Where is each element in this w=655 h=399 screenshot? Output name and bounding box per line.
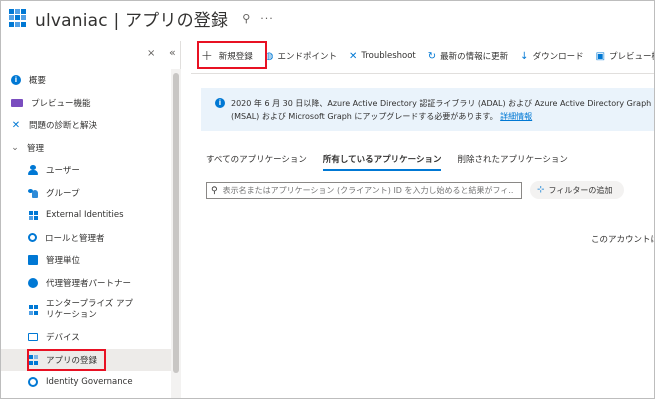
refresh-label: 最新の情報に更新	[440, 52, 509, 62]
sidebar-item-admin-units[interactable]: 管理単位	[1, 249, 171, 272]
sidebar-item-label: 概要	[29, 76, 47, 87]
highlight-box-app-registrations	[27, 349, 106, 371]
wrench-icon: ✕	[11, 119, 21, 131]
sidebar-item-delegated-partners[interactable]: 代理管理者パートナー	[1, 272, 171, 295]
enterprise-apps-icon	[28, 305, 38, 315]
wrench-icon: ✕	[349, 50, 358, 62]
pin-icon[interactable]: ⚲	[242, 12, 250, 25]
sidebar-item-users[interactable]: ユーザー	[1, 159, 171, 182]
tab-all-applications[interactable]: すべてのアプリケーション	[206, 151, 307, 173]
search-icon: ⚲	[211, 185, 218, 196]
preview-features-button[interactable]: ▣ プレビュー機能	[595, 50, 654, 63]
sidebar-section-label: 管理	[27, 143, 45, 154]
page-title: ulvaniac | アプリの登録	[35, 10, 229, 31]
sidebar-item-devices[interactable]: デバイス	[1, 326, 171, 349]
sidebar-scrollbar[interactable]	[171, 69, 181, 398]
sidebar-item-label: エンタープライズ アプリケーション	[46, 299, 133, 320]
sidebar-item-label: ロールと管理者	[45, 233, 105, 244]
info-icon: i	[11, 75, 21, 86]
azure-ad-logo-icon	[9, 9, 27, 27]
add-filter-button[interactable]: ⊹ フィルターの追加	[530, 181, 624, 199]
tab-bar: すべてのアプリケーション 所有しているアプリケーション 削除されたアプリケーショ…	[206, 151, 584, 173]
banner-line-1: 2020 年 6 月 30 日以降、Azure Active Directory…	[231, 99, 655, 108]
title-bar: ulvaniac | アプリの登録 ⚲ ···	[9, 3, 274, 33]
add-filter-label: フィルターの追加	[548, 185, 613, 195]
sidebar-item-overview[interactable]: i 概要	[1, 69, 171, 92]
preview-icon: ▣	[595, 50, 606, 62]
scrollbar-thumb[interactable]	[173, 73, 179, 373]
refresh-icon: ↻	[427, 50, 437, 62]
sidebar-item-groups[interactable]: グループ	[1, 182, 171, 205]
sidebar-item-label: デバイス	[46, 333, 80, 344]
sidebar-item-enterprise-apps[interactable]: エンタープライズ アプリケーション	[1, 294, 171, 326]
identity-governance-icon	[28, 377, 38, 388]
download-button[interactable]: ↓ ダウンロード	[520, 50, 584, 63]
learn-more-link[interactable]: 詳細情報	[500, 112, 532, 121]
sidebar-item-label: External Identities	[46, 210, 124, 221]
highlight-box-new-registration	[197, 41, 267, 69]
banner-line-2: (MSAL) および Microsoft Graph にアップグレードする必要が…	[231, 112, 498, 121]
download-label: ダウンロード	[532, 52, 584, 62]
sidebar-item-label: 代理管理者パートナー	[46, 278, 132, 289]
sidebar-section-manage[interactable]: ⌄ 管理	[1, 137, 171, 160]
banner-text: 2020 年 6 月 30 日以降、Azure Active Directory…	[231, 97, 655, 123]
toolbar-divider	[191, 73, 654, 74]
search-box[interactable]: ⚲	[206, 182, 522, 199]
download-icon: ↓	[520, 50, 529, 62]
sidebar-item-label: 問題の診断と解決	[29, 121, 98, 132]
user-icon	[28, 165, 38, 176]
more-options-icon[interactable]: ···	[260, 12, 274, 25]
endpoints-label: エンドポイント	[277, 52, 337, 62]
close-icon[interactable]: ×	[147, 48, 155, 59]
device-icon	[28, 333, 38, 342]
search-input[interactable]	[222, 186, 513, 195]
sidebar-item-external-identities[interactable]: External Identities	[1, 204, 171, 227]
sidebar-item-label: グループ	[46, 188, 80, 199]
group-icon	[28, 188, 38, 198]
external-identities-icon	[28, 210, 38, 220]
sidebar-item-identity-governance[interactable]: Identity Governance	[1, 371, 171, 394]
empty-state-message: このアカウントは...	[591, 235, 654, 245]
info-icon: i	[215, 98, 225, 108]
sidebar-item-roles-admins[interactable]: ロールと管理者	[1, 227, 171, 250]
sidebar-controls: × «	[1, 41, 181, 69]
sidebar-item-label: 管理単位	[46, 256, 81, 267]
tab-owned-applications[interactable]: 所有しているアプリケーション	[322, 151, 441, 173]
preview-features-label: プレビュー機能	[609, 52, 654, 62]
troubleshoot-button[interactable]: ✕ Troubleshoot	[349, 51, 416, 62]
sidebar-item-label: ユーザー	[46, 166, 80, 177]
sidebar: × « i 概要 プレビュー機能 ✕ 問題の診断と解決 ⌄ 管理 ユーザー グル…	[1, 41, 181, 398]
sidebar-item-label: プレビュー機能	[31, 98, 91, 109]
sidebar-item-diagnose-solve[interactable]: ✕ 問題の診断と解決	[1, 114, 171, 137]
app-window: ulvaniac | アプリの登録 ⚲ ··· × « i 概要 プレビュー機能…	[0, 0, 655, 399]
partner-icon	[28, 277, 38, 288]
endpoints-button[interactable]: ◍ エンドポイント	[265, 50, 337, 63]
sidebar-item-preview-features[interactable]: プレビュー機能	[1, 92, 171, 115]
collapse-sidebar-icon[interactable]: «	[169, 46, 176, 59]
roles-icon	[28, 233, 37, 243]
chevron-down-icon: ⌄	[11, 142, 19, 153]
filter-add-icon: ⊹	[537, 185, 545, 195]
preview-icon	[11, 98, 23, 107]
sidebar-nav: i 概要 プレビュー機能 ✕ 問題の診断と解決 ⌄ 管理 ユーザー グループ E…	[1, 69, 171, 394]
sidebar-item-label: Identity Governance	[46, 377, 133, 388]
refresh-button[interactable]: ↻ 最新の情報に更新	[427, 50, 509, 63]
admin-units-icon	[28, 255, 38, 266]
tab-deleted-applications[interactable]: 削除されたアプリケーション	[457, 151, 567, 173]
info-banner: i 2020 年 6 月 30 日以降、Azure Active Directo…	[201, 88, 655, 131]
troubleshoot-label: Troubleshoot	[361, 51, 416, 61]
